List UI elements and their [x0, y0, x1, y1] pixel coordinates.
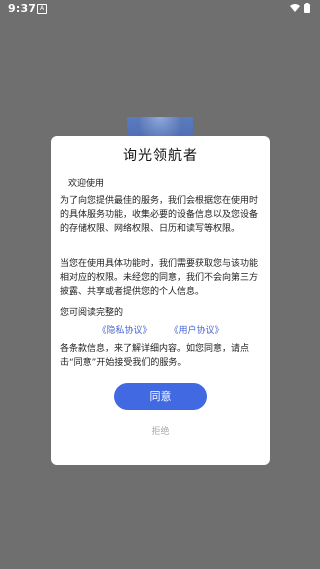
status-time: 9:37 — [8, 2, 37, 15]
status-bar: 9:37 A — [0, 0, 320, 17]
agreement-links: 《隐私协议》 《用户协议》 — [51, 323, 270, 336]
privacy-dialog: 询光领航者 欢迎使用 为了向您提供最佳的服务，我们会根据您在使用时的具体服务功能… — [51, 136, 270, 465]
agree-button[interactable]: 同意 — [114, 383, 207, 410]
user-agreement-link[interactable]: 《用户协议》 — [170, 323, 224, 336]
wifi-icon — [290, 4, 300, 12]
notification-icon: A — [37, 4, 47, 14]
read-intro-text: 您可阅读完整的 — [60, 308, 124, 318]
welcome-text: 欢迎使用 — [68, 179, 105, 189]
privacy-policy-link[interactable]: 《隐私协议》 — [97, 323, 151, 336]
battery-icon — [304, 3, 310, 13]
paragraph-consent: 各条款信息，来了解详细内容。如您同意，请点击“同意”开始接受我们的服务。 — [60, 344, 250, 368]
reject-button[interactable]: 拒绝 — [51, 424, 270, 437]
paragraph-permissions: 当您在使用具体功能时，我们需要获取您与该功能相对应的权限。未经您的同意，我们不会… — [60, 259, 259, 297]
paragraph-services: 为了向您提供最佳的服务，我们会根据您在使用时的具体服务功能，收集必要的设备信息以… — [60, 196, 259, 234]
dialog-title: 询光领航者 — [123, 148, 198, 164]
